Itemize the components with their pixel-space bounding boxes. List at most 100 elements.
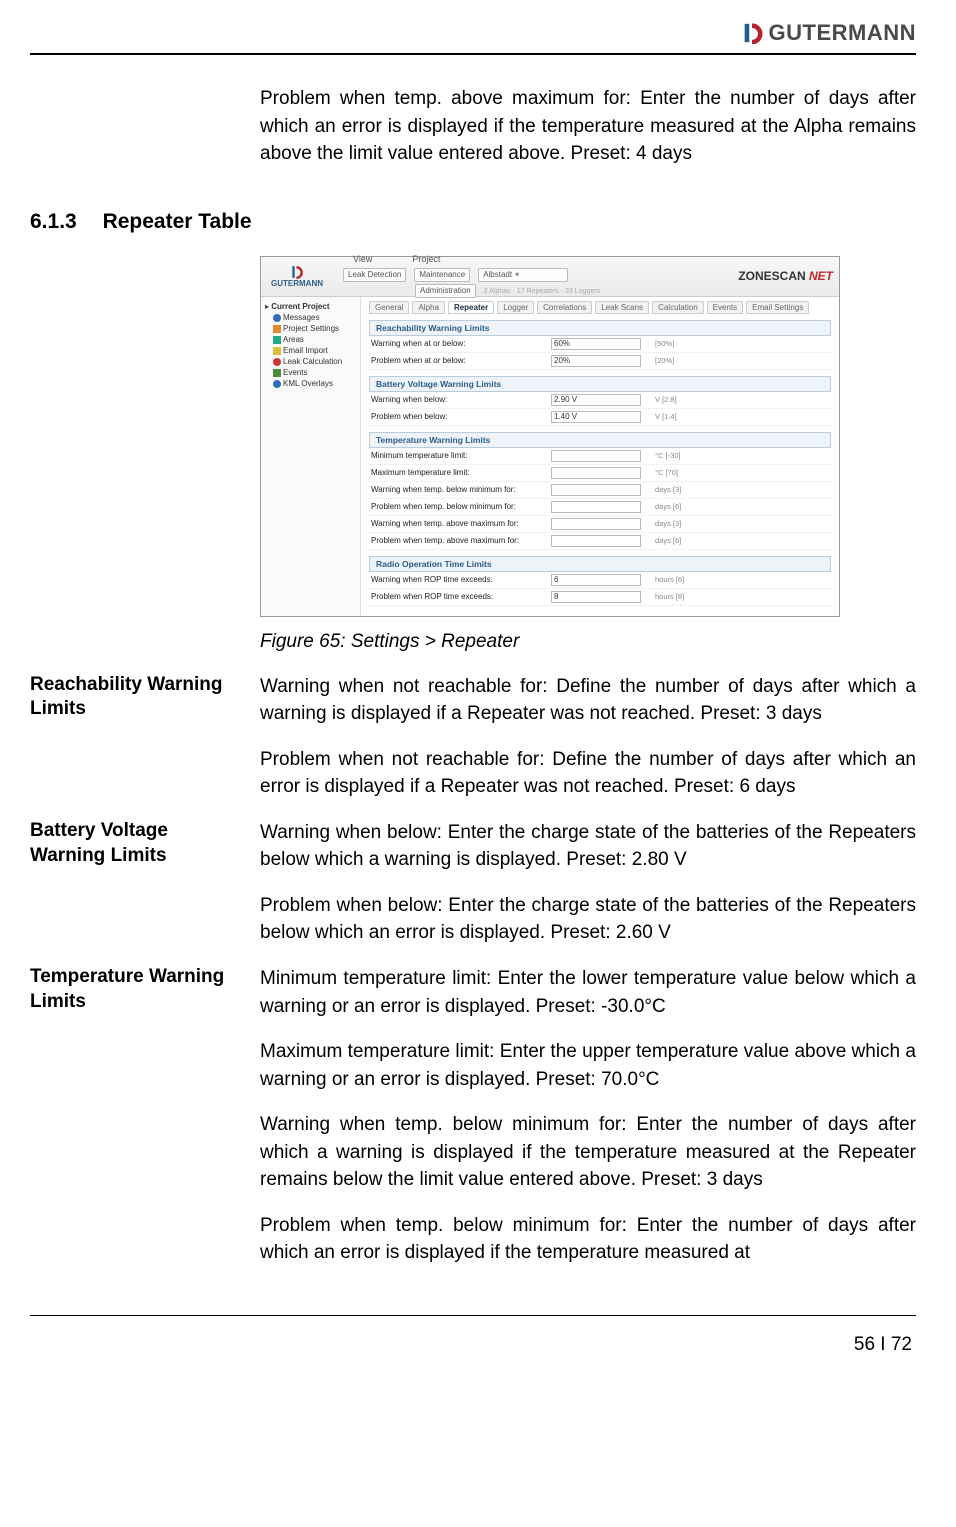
tree-item[interactable]: Leak Calculation bbox=[265, 356, 356, 367]
ss-setting-input[interactable] bbox=[551, 574, 641, 586]
subtab-active[interactable]: Repeater bbox=[448, 301, 494, 314]
screenshot-logo: GUTERMANN bbox=[261, 265, 333, 288]
screenshot: GUTERMANN View Project Leak Detection Ma… bbox=[260, 256, 840, 617]
ss-setting-row: Warning when below: V [2.8] bbox=[369, 392, 831, 409]
ss-setting-label: Problem when temp. below minimum for: bbox=[371, 502, 551, 511]
intro-block: Problem when temp. above maximum for: En… bbox=[30, 85, 916, 186]
definition-paragraph: Warning when not reachable for: Define t… bbox=[260, 673, 916, 728]
ss-section-header: Radio Operation Time Limits bbox=[369, 556, 831, 572]
project-sub: 2 Alphas · 17 Repeaters · 33 Loggers bbox=[484, 288, 600, 295]
ss-setting-unit: days [6] bbox=[651, 502, 711, 511]
definition-label: Battery Voltage Warning Limits bbox=[30, 819, 240, 868]
screenshot-topbar: GUTERMANN View Project Leak Detection Ma… bbox=[261, 257, 839, 297]
ss-setting-unit: days [3] bbox=[651, 485, 711, 494]
definition-row: Battery Voltage Warning Limits Warning wh… bbox=[30, 819, 916, 965]
brand-right: ZONESCAN NET bbox=[719, 269, 839, 283]
btn-maintenance[interactable]: Maintenance bbox=[414, 268, 470, 282]
ss-setting-input[interactable] bbox=[551, 355, 641, 367]
figure-block: GUTERMANN View Project Leak Detection Ma… bbox=[30, 252, 916, 673]
ss-setting-unit: days [3] bbox=[651, 519, 711, 528]
definition-paragraph: Warning when below: Enter the charge sta… bbox=[260, 819, 916, 874]
subtab[interactable]: Logger bbox=[497, 301, 534, 314]
ss-setting-input[interactable] bbox=[551, 394, 641, 406]
ss-setting-input[interactable] bbox=[551, 338, 641, 350]
page-number: 56 I 72 bbox=[30, 1334, 916, 1356]
menu-project[interactable]: Project bbox=[412, 254, 440, 264]
ss-section-header: Temperature Warning Limits bbox=[369, 432, 831, 448]
tree-item[interactable]: Areas bbox=[265, 334, 356, 345]
section-title: Repeater Table bbox=[103, 210, 252, 233]
page: GUTERMANN Problem when temp. above maxim… bbox=[0, 0, 956, 1527]
definition-label: Temperature Warning Limits bbox=[30, 965, 240, 1014]
ss-setting-input[interactable] bbox=[551, 484, 641, 496]
ss-setting-input[interactable] bbox=[551, 591, 641, 603]
ss-setting-label: Warning when temp. above maximum for: bbox=[371, 519, 551, 528]
ss-setting-unit: hours [6] bbox=[651, 575, 711, 584]
ss-setting-row: Warning when at or below:[50%] bbox=[369, 336, 831, 353]
ss-section-header: Reachability Warning Limits bbox=[369, 320, 831, 336]
figure-caption: Figure 65: Settings > Repeater bbox=[260, 631, 916, 653]
tree-item[interactable]: Email Import bbox=[265, 345, 356, 356]
definition-row: Temperature Warning LimitsMinimum temper… bbox=[30, 965, 916, 1285]
ss-setting-row: Problem when temp. below minimum for: day… bbox=[369, 499, 831, 516]
page-header: GUTERMANN bbox=[30, 20, 916, 55]
ss-section-header: Battery Voltage Warning Limits bbox=[369, 376, 831, 392]
project-selector[interactable]: Albstadt bbox=[478, 268, 568, 282]
tree-root[interactable]: ▸ Current Project bbox=[265, 301, 356, 312]
ss-setting-input[interactable] bbox=[551, 411, 641, 423]
screenshot-main: General Alpha Repeater Logger Correlatio… bbox=[361, 297, 839, 616]
section-number: 6.1.3 bbox=[30, 210, 77, 234]
ss-setting-input[interactable] bbox=[551, 518, 641, 530]
subtab[interactable]: Email Settings bbox=[746, 301, 809, 314]
ss-setting-row: Problem when temp. above maximum for: day… bbox=[369, 533, 831, 550]
subtab[interactable]: Leak Scans bbox=[595, 301, 649, 314]
definition-label: Reachability Warning Limits bbox=[30, 673, 240, 722]
definition-paragraph: Problem when not reachable for: Define t… bbox=[260, 746, 916, 801]
intro-paragraph: Problem when temp. above maximum for: En… bbox=[260, 85, 916, 168]
ss-setting-label: Warning when below: bbox=[371, 395, 551, 404]
tree-item[interactable]: KML Overlays bbox=[265, 378, 356, 389]
ss-setting-unit: V [2.8] bbox=[651, 395, 711, 404]
subtab[interactable]: General bbox=[369, 301, 409, 314]
tree-item[interactable]: Messages bbox=[265, 312, 356, 323]
definition-paragraph: Problem when temp. below minimum for: En… bbox=[260, 1212, 916, 1267]
definition-paragraph: Maximum temperature limit: Enter the upp… bbox=[260, 1038, 916, 1093]
ss-setting-label: Warning when temp. below minimum for: bbox=[371, 485, 551, 494]
btn-leak-detection[interactable]: Leak Detection bbox=[343, 268, 406, 282]
ss-setting-row: Warning when temp. above maximum for: day… bbox=[369, 516, 831, 533]
ss-setting-row: Minimum temperature limit:°C [-30] bbox=[369, 448, 831, 465]
ss-setting-label: Warning when ROP time exceeds: bbox=[371, 575, 551, 584]
subtab[interactable]: Alpha bbox=[412, 301, 444, 314]
ss-setting-input[interactable] bbox=[551, 467, 641, 479]
ss-setting-label: Problem when at or below: bbox=[371, 356, 551, 365]
nav-tree: ▸ Current Project Messages Project Setti… bbox=[261, 297, 361, 616]
subtab[interactable]: Calculation bbox=[652, 301, 704, 314]
subtabs: General Alpha Repeater Logger Correlatio… bbox=[369, 301, 831, 314]
subtab[interactable]: Correlations bbox=[537, 301, 592, 314]
footer-divider bbox=[30, 1315, 916, 1316]
menu-view[interactable]: View bbox=[353, 254, 372, 264]
ss-setting-row: Maximum temperature limit:°C [70] bbox=[369, 465, 831, 482]
ss-setting-label: Problem when temp. above maximum for: bbox=[371, 536, 551, 545]
subtab[interactable]: Events bbox=[707, 301, 743, 314]
ss-setting-unit: [20%] bbox=[651, 356, 711, 365]
ss-setting-unit: °C [70] bbox=[651, 468, 711, 477]
ss-setting-label: Problem when below: bbox=[371, 412, 551, 421]
ss-setting-unit: hours [8] bbox=[651, 592, 711, 601]
ss-setting-input[interactable] bbox=[551, 501, 641, 513]
definition-paragraph: Problem when below: Enter the charge sta… bbox=[260, 892, 916, 947]
definition-paragraph: Warning when temp. below minimum for: En… bbox=[260, 1111, 916, 1194]
definition-row: Reachability Warning Limits Warning when … bbox=[30, 673, 916, 819]
tree-item[interactable]: Events bbox=[265, 367, 356, 378]
ss-setting-row: Warning when temp. below minimum for: day… bbox=[369, 482, 831, 499]
ss-setting-unit: V [1.4] bbox=[651, 412, 711, 421]
ss-setting-input[interactable] bbox=[551, 450, 641, 462]
ss-setting-unit: days [6] bbox=[651, 536, 711, 545]
ss-setting-row: Problem when at or below: [20%] bbox=[369, 353, 831, 370]
tree-item[interactable]: Project Settings bbox=[265, 323, 356, 334]
company-name: GUTERMANN bbox=[769, 20, 917, 46]
ss-setting-input[interactable] bbox=[551, 535, 641, 547]
ss-setting-unit: °C [-30] bbox=[651, 451, 711, 460]
ss-setting-row: Problem when below: V [1.4] bbox=[369, 409, 831, 426]
ss-setting-label: Warning when at or below: bbox=[371, 339, 551, 348]
